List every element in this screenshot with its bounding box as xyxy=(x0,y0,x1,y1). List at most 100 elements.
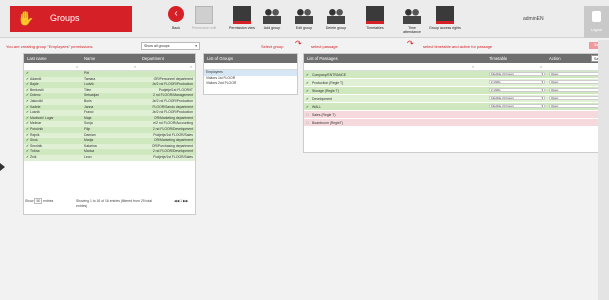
add-group-button[interactable]: Add group xyxy=(259,6,285,36)
action-select[interactable]: Open▾ xyxy=(549,88,605,92)
col-last-name[interactable]: Last name xyxy=(27,54,47,63)
search-icon[interactable]: ⌕ xyxy=(190,64,192,69)
chevron-down-icon: ▾ xyxy=(541,72,543,76)
group-item[interactable]: Visitors 2nd FLOOR xyxy=(204,81,297,87)
action-select[interactable]: Open▾ xyxy=(549,104,605,108)
logout-button[interactable]: Logout xyxy=(584,6,609,38)
passage-name: Storage (Regle T) xyxy=(312,89,339,93)
passage-checkbox[interactable]: ☐ xyxy=(306,119,309,126)
timetable-select[interactable]: Flexible 24 hours ▾ xyxy=(489,72,545,76)
passage-checkbox[interactable]: ✔ xyxy=(306,95,309,102)
show-groups-select[interactable]: Show all groups ▾ xyxy=(141,42,200,50)
search-icon[interactable]: ⌕ xyxy=(76,64,78,69)
passage-row[interactable]: ✔WALL Flexible 24 hours ▾ Open▾ xyxy=(304,103,607,111)
group-access-rights-icon xyxy=(436,6,454,24)
check-icon[interactable]: ✔ xyxy=(26,155,29,161)
passage-checkbox[interactable]: ✔ xyxy=(306,87,309,94)
action-select[interactable]: Open▾ xyxy=(549,72,605,76)
passages-filter-row: ⌕ ⌕ ⌕ xyxy=(304,63,607,71)
passages-panel: List of Passages Timetable Action Save ⌕… xyxy=(303,53,608,153)
passage-row[interactable]: ✔Development Flexible 24 hours ▾ Open▾ xyxy=(304,95,607,103)
passage-name: Company/ENTRANCE xyxy=(312,73,347,77)
select-passage-hint: select passage xyxy=(311,44,338,49)
action-select[interactable]: Open▾ xyxy=(549,80,605,84)
select-timetable-hint: select timetable and active for passage xyxy=(423,44,493,49)
col-timetable[interactable]: Timetable xyxy=(489,54,507,63)
show-groups-value: Show all groups xyxy=(144,44,170,48)
top-toolbar: ✋ Groups ‹ Back Permission edit Permission … xyxy=(0,0,609,38)
col-department[interactable]: Department xyxy=(142,54,164,63)
action-value: Open xyxy=(551,80,559,84)
groups-spacer xyxy=(204,63,297,70)
search-icon[interactable]: ⌕ xyxy=(134,64,136,69)
people-table-header: Last name Name Department xyxy=(24,54,195,63)
passage-name: Development xyxy=(312,97,332,101)
passage-name: Production (Regle T) xyxy=(312,81,344,85)
curved-arrow-icon: ↷ xyxy=(407,39,414,48)
delete-group-button[interactable]: Delete group xyxy=(323,6,349,36)
time-attendance-label: Time attendance xyxy=(403,26,421,34)
delete-group-icon xyxy=(327,6,345,24)
passage-row[interactable]: ✔Production (Regle T) 2 shifts ▾ Open▾ xyxy=(304,79,607,87)
search-icon[interactable]: ⌕ xyxy=(472,64,474,69)
timetable-select[interactable]: Flexible 24 hours ▾ xyxy=(489,96,545,100)
search-icon[interactable]: ⌕ xyxy=(540,64,542,69)
entries-select[interactable]: 50 xyxy=(34,198,43,204)
permission-view-icon xyxy=(233,6,251,24)
timetable-value: Flexible 24 hours xyxy=(491,104,514,108)
passage-row[interactable]: ✔Storage (Regle T) 2 shifts ▾ Open▾ xyxy=(304,87,607,95)
page-scrollbar[interactable] xyxy=(598,40,609,300)
timetable-select[interactable]: 2 shifts ▾ xyxy=(489,80,545,84)
row-pointer-icon xyxy=(0,163,5,171)
edit-group-button[interactable]: Edit group xyxy=(291,6,317,36)
passage-row[interactable]: ☐ Boardroom (RegleT) xyxy=(304,119,607,127)
time-attendance-icon xyxy=(403,6,421,24)
groups-panel: List of Groups Employees Visitors 1st FLO… xyxy=(203,53,298,95)
time-attendance-button[interactable]: Time attendance xyxy=(399,6,425,36)
passage-checkbox[interactable]: ☐ xyxy=(306,111,309,118)
col-passage[interactable]: List of Passages xyxy=(307,54,338,63)
edit-group-icon xyxy=(295,6,313,24)
col-action[interactable]: Action xyxy=(549,54,561,63)
timetable-select[interactable]: Flexible 24 hours ▾ xyxy=(489,104,545,108)
permission-edit-icon xyxy=(195,6,213,24)
pager[interactable]: ◀◀ 1 ▶▶ xyxy=(174,199,188,203)
lock-icon xyxy=(592,11,601,22)
show-label: Show xyxy=(25,199,34,203)
chevron-down-icon: ▾ xyxy=(541,96,543,100)
app-logo: ✋ Groups xyxy=(10,6,132,32)
permission-edit-label: Permission edit xyxy=(191,26,217,30)
entries-label: entries xyxy=(43,199,54,203)
timetable-value: 2 shifts xyxy=(491,80,501,84)
passage-checkbox[interactable]: ✔ xyxy=(306,103,309,110)
people-filter-row: ⌕ ⌕ ⌕ xyxy=(24,63,195,71)
editing-hint: You are creating group "Employees" permi… xyxy=(6,44,93,49)
entries-info: Showing 1 to 16 of 16 entries (filtered … xyxy=(76,199,152,208)
passage-name: WALL xyxy=(312,105,322,109)
add-group-icon xyxy=(263,6,281,24)
timetable-select[interactable]: 2 shifts ▾ xyxy=(489,88,545,92)
table-row[interactable]: ✔ Žnik Leon Podjetje/1st FLOOR/Sales xyxy=(24,154,195,161)
timetable-value: 2 shifts xyxy=(491,88,501,92)
back-arrow-icon: ‹ xyxy=(168,6,184,22)
app-title: Groups xyxy=(50,13,80,23)
passage-row[interactable]: ✔Company/ENTRANCE Flexible 24 hours ▾ Open▾ xyxy=(304,71,607,79)
action-value: Open xyxy=(551,96,559,100)
passages-table-header: List of Passages Timetable Action Save xyxy=(304,54,607,63)
chevron-down-icon: ▾ xyxy=(541,104,543,108)
last-name-cell: Žnik xyxy=(30,154,37,159)
col-name[interactable]: Name xyxy=(84,54,95,63)
action-select[interactable]: Open▾ xyxy=(549,96,605,100)
passage-row[interactable]: ☐ Sales (Regle T) xyxy=(304,111,607,119)
chevron-down-icon: ▾ xyxy=(541,80,543,84)
timetables-button[interactable]: Timetables xyxy=(362,6,388,36)
permission-view-button[interactable]: Permission view xyxy=(229,6,255,36)
passage-checkbox[interactable]: ✔ xyxy=(306,79,309,86)
action-value: Open xyxy=(551,88,559,92)
chevron-down-icon: ▾ xyxy=(541,88,543,92)
group-access-rights-button[interactable]: Group access rights xyxy=(428,6,462,36)
passage-checkbox[interactable]: ✔ xyxy=(306,71,309,78)
current-user: adminEN xyxy=(523,16,544,22)
permission-edit-button[interactable]: Permission edit xyxy=(186,6,222,36)
passage-name: Sales (Regle T) xyxy=(312,113,336,117)
